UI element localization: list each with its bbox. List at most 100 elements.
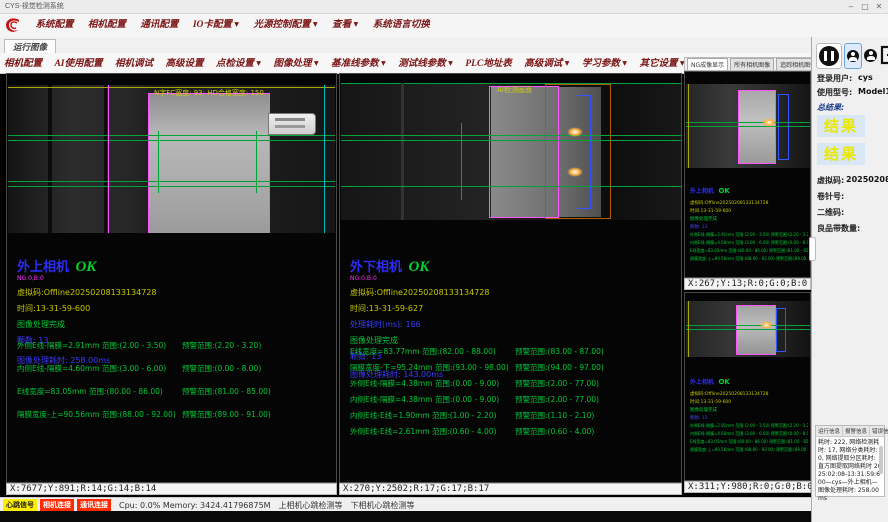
- result-ok-badge: OK: [75, 259, 96, 276]
- log-scrollbar[interactable]: [879, 446, 883, 474]
- cell-region-box: [736, 305, 776, 355]
- done-line: 图像处理完成: [17, 319, 332, 330]
- log-tabs: 运行信息 报警信息 错误信息: [816, 426, 884, 437]
- camera-image-lower[interactable]: AI检测画面: [341, 83, 681, 220]
- barcode-line: 虚拟码:Offline20250208133134728: [350, 287, 677, 298]
- overlay-line-green: [8, 186, 335, 187]
- measure-row: 内侧E线-E线=1.90mm 范围:(1.00 - 2.20)预警范围:(1.1…: [350, 410, 679, 421]
- overlay-line-green: [8, 140, 335, 141]
- tab-run-image[interactable]: 运行图像: [4, 39, 56, 54]
- minimize-icon[interactable]: –: [844, 0, 858, 14]
- pixel-coords-preview-1: X:267;Y:13;R:0;G:0;B:0: [684, 278, 811, 290]
- tool-testline-params[interactable]: 测试线参数 ▾: [398, 54, 453, 74]
- close-icon[interactable]: ✕: [872, 0, 886, 14]
- sidebar-barcode-label: 虚拟码:: [817, 175, 844, 186]
- camera-link-badge: 相机连接: [40, 499, 74, 511]
- pin-number-label: 卷针号:: [817, 191, 844, 202]
- sidebar: 登录用户: cys 使用型号: Model1 总结果: 结果 结果 虚拟码: 2…: [811, 37, 888, 522]
- measurement-rows-lower: E线宽度=83.77mm 范围:(82.00 - 88.00)预警范围:(83.…: [350, 346, 679, 437]
- overlay-line-magenta: [108, 85, 109, 233]
- upper-heartbeat-text: 上相机心跳检测等: [279, 500, 343, 511]
- menu-light-config[interactable]: 光源控制配置 ▾: [254, 14, 318, 37]
- menu-system-config[interactable]: 系统配置: [35, 14, 73, 37]
- maximize-icon[interactable]: ▢: [858, 0, 872, 14]
- model-value: Model1: [858, 87, 888, 96]
- tool-advanced-settings[interactable]: 高级设置: [165, 54, 203, 74]
- tool-learning-params[interactable]: 学习参数 ▾: [582, 54, 627, 74]
- measure-row: 内侧E线-隔膜=4.38mm 范围:(0.00 - 9.00)预警范围:(2.0…: [350, 394, 679, 405]
- tool-other-settings[interactable]: 其它设置 ▾: [639, 54, 684, 74]
- app-logo-icon: [4, 17, 22, 39]
- operator-icon[interactable]: [864, 49, 877, 62]
- user-label: 登录用户:: [817, 73, 852, 84]
- time-line: 时间:13-31-59-600: [17, 303, 332, 314]
- pixel-coords-preview-2: X:311;Y:980;R:0;G:0;B:0: [684, 481, 811, 493]
- overlay-line-green: [341, 135, 681, 136]
- title-bar: CYS-视觉检测系统 – ▢ ✕: [0, 0, 888, 14]
- lower-heartbeat-text: 下相机心跳检测等: [351, 500, 415, 511]
- image-annotation-label: N字FC宽度: 93; HD合格宽度: 150: [154, 88, 264, 98]
- overlay-line-green: [461, 123, 462, 200]
- user-icon: [847, 50, 859, 62]
- overlay-box-blue: [577, 95, 591, 209]
- overlay-line-green: [686, 126, 810, 127]
- logout-icon: [880, 45, 888, 70]
- log-box: 运行信息 报警信息 错误信息 耗时: 222, 网络检测耗时: 17, 网络分类…: [815, 425, 885, 497]
- tool-baseline-params[interactable]: 基准线参数 ▾: [331, 54, 386, 74]
- cpu-memory-text: Cpu: 0.0% Memory: 3424.41796875M: [119, 501, 271, 510]
- overlay-box-blue: [778, 94, 789, 160]
- overlay-line-green: [686, 122, 810, 123]
- tool-advanced-debug[interactable]: 高级调试 ▾: [524, 54, 569, 74]
- result-ok-badge: OK: [408, 259, 429, 276]
- preview-text-1: 外上相机 OK 虚拟码:Offline20250208133134728 时间:…: [690, 180, 808, 262]
- user-login-button[interactable]: [844, 43, 862, 69]
- tool-camera-debug[interactable]: 相机调试: [115, 54, 153, 74]
- log-tab-error[interactable]: 错误信息: [870, 426, 888, 436]
- camera-panel-lower: AI检测画面 外下相机 OK NG:0,B:0 虚拟码:Offline20250…: [339, 73, 682, 483]
- good-count-label: 良品带数量:: [817, 223, 860, 234]
- overlay-line-green: [341, 140, 681, 141]
- status-bar: 心跳信号 相机连接 通讯连接 Cpu: 0.0% Memory: 3424.41…: [0, 497, 811, 512]
- logout-button[interactable]: [880, 45, 888, 65]
- tab-ng-display[interactable]: NG成像显示: [687, 58, 728, 70]
- overlay-line-yellow: [688, 301, 689, 357]
- measure-row: 隔膜宽度-下=95.24mm 范围:(93.00 - 98.00)预警范围:(9…: [350, 362, 679, 373]
- log-tab-alarm[interactable]: 报警信息: [843, 426, 870, 436]
- weld-glow: [760, 321, 773, 329]
- tool-ai-config[interactable]: AI使用配置: [54, 54, 102, 74]
- camera-image-upper[interactable]: N字FC宽度: 93; HD合格宽度: 150: [8, 85, 335, 233]
- bottom-strip: [0, 511, 811, 522]
- tool-camera-config[interactable]: 相机配置: [4, 54, 42, 74]
- overlay-line-green: [256, 131, 257, 193]
- model-label: 使用型号:: [817, 87, 852, 98]
- preview-image-2[interactable]: [686, 301, 810, 357]
- menu-view[interactable]: 查看 ▾: [332, 14, 358, 37]
- sidebar-barcode-value: 20250208: [846, 175, 888, 184]
- camera-title: 外下相机: [350, 256, 402, 275]
- weld-glow: [567, 127, 583, 137]
- measure-row: 外侧E线-隔膜=2.91mm 范围:(2.00 - 3.50)预警范围:(2.2…: [17, 340, 334, 351]
- measure-row: 内侧E线-隔膜=4.60mm 范围:(3.00 - 6.00)预警范围:(0.0…: [17, 363, 334, 374]
- menu-language-switch[interactable]: 系统语言切换: [373, 14, 430, 37]
- image-annotation-label: AI检测画面: [497, 85, 532, 95]
- ng-counter: NG:0,B:0: [350, 275, 677, 282]
- done-line: 图像处理完成: [350, 335, 677, 346]
- menu-camera-config[interactable]: 相机配置: [88, 14, 126, 37]
- tool-plc-address[interactable]: PLC地址表: [465, 54, 511, 74]
- camera-panel-upper: N字FC宽度: 93; HD合格宽度: 150 外上相机 OK NG:0,B:0…: [6, 73, 337, 483]
- menu-io-config[interactable]: IO卡配置 ▾: [193, 14, 239, 37]
- total-result-label: 总结果:: [817, 102, 844, 113]
- preview-image-1[interactable]: [686, 84, 810, 168]
- overlay-line-yellow: [688, 84, 689, 168]
- menu-comm-config[interactable]: 通讯配置: [140, 14, 178, 37]
- tab-all-cameras[interactable]: 所有相机图像: [730, 58, 774, 70]
- tool-image-processing[interactable]: 图像处理 ▾: [274, 54, 319, 74]
- camera-title: 外上相机: [17, 256, 69, 275]
- sidebar-collapse-handle[interactable]: [809, 237, 816, 261]
- overlay-line-green: [341, 83, 681, 84]
- log-tab-run[interactable]: 运行信息: [816, 426, 843, 436]
- pause-button[interactable]: [816, 43, 842, 69]
- tool-spot-check[interactable]: 点检设置 ▾: [216, 54, 261, 74]
- overlay-line-cyan: [324, 85, 325, 233]
- overlay-line-green: [686, 325, 810, 326]
